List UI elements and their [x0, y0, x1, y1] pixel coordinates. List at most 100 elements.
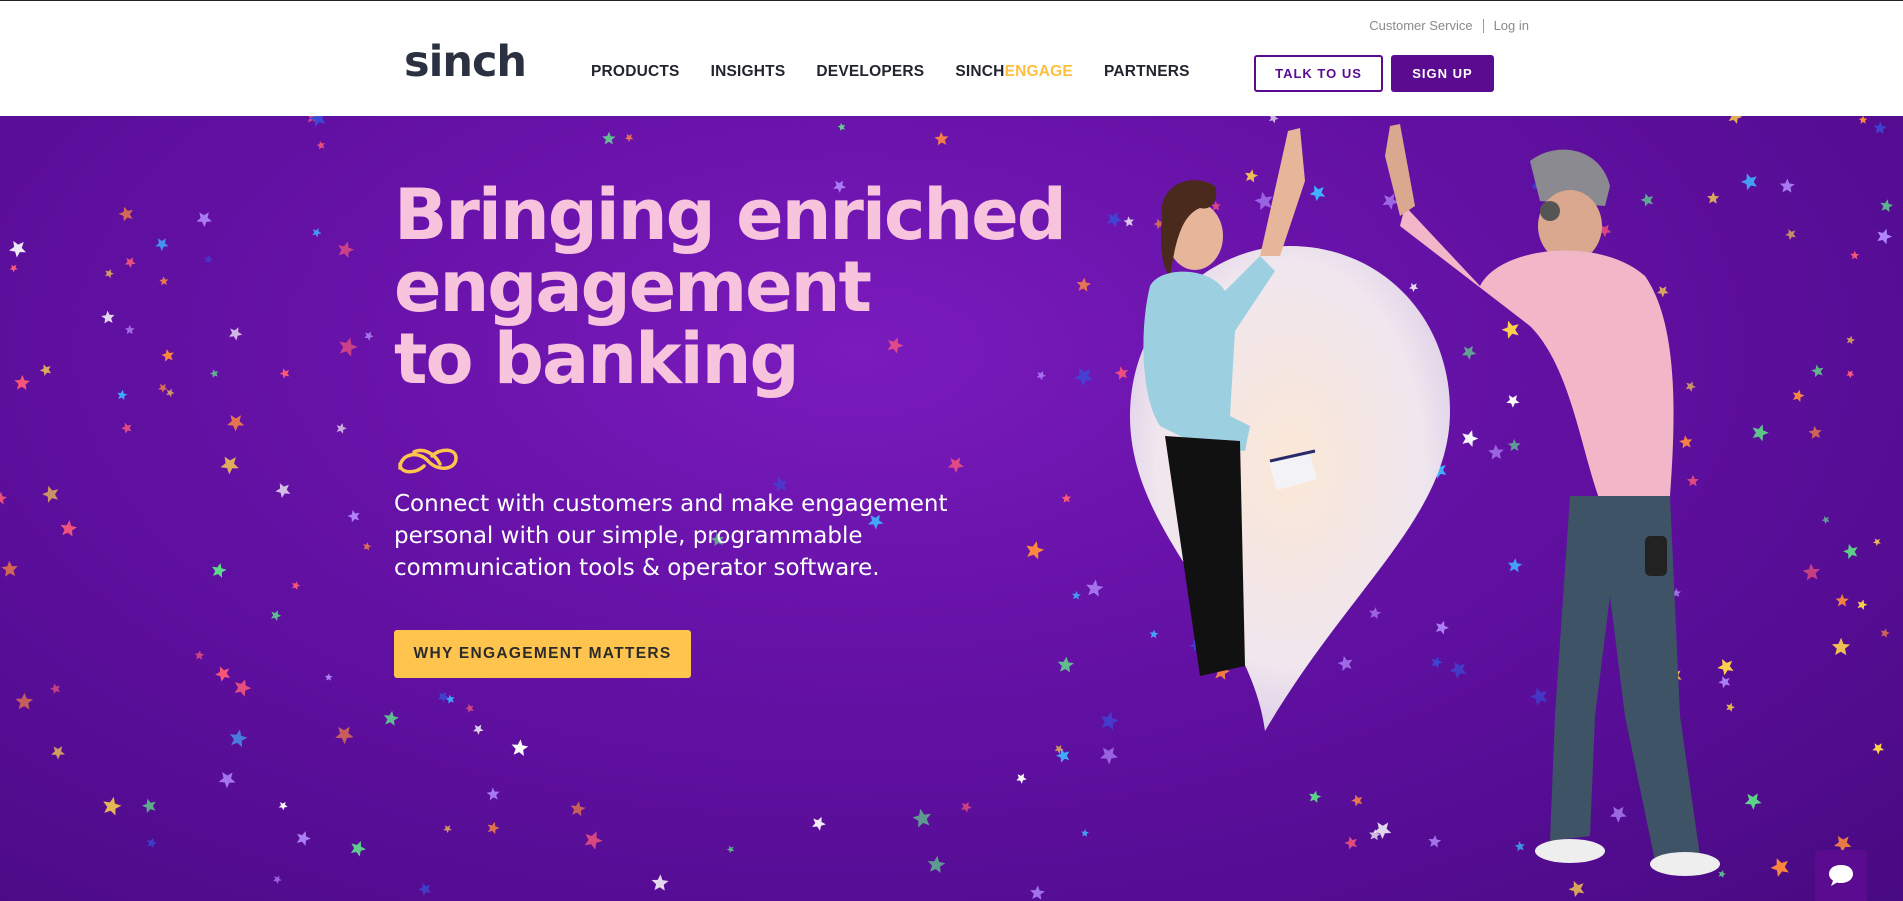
confetti-star	[335, 726, 354, 745]
confetti-star	[278, 801, 288, 811]
confetti-star	[1057, 656, 1075, 673]
confetti-star	[584, 831, 603, 850]
confetti-star	[1, 560, 18, 577]
infinity-loop-icon	[398, 448, 458, 474]
confetti-star	[228, 327, 243, 341]
sinch-logo[interactable]: sinch	[404, 37, 527, 87]
confetti-star	[336, 423, 347, 434]
confetti-star	[837, 122, 846, 131]
nav-sinchengage-suffix: ENGAGE	[1004, 63, 1073, 80]
confetti-star	[158, 383, 168, 393]
chat-widget-button[interactable]	[1815, 850, 1867, 901]
confetti-star	[275, 483, 291, 499]
confetti-star	[51, 746, 65, 760]
nav-sinchengage[interactable]: SINCHENGAGE	[955, 63, 1073, 81]
confetti-star	[383, 710, 399, 726]
confetti-star	[465, 703, 474, 713]
confetti-star	[1016, 773, 1027, 784]
customer-service-link[interactable]: Customer Service	[1369, 18, 1472, 33]
confetti-star	[279, 368, 290, 379]
confetti-star	[220, 456, 239, 475]
confetti-star	[42, 485, 59, 503]
confetti-star	[121, 422, 132, 434]
confetti-star	[437, 691, 449, 703]
confetti-star	[0, 491, 7, 505]
confetti-star	[624, 133, 634, 142]
confetti-star	[487, 821, 500, 835]
nav-partners[interactable]: PARTNERS	[1104, 63, 1190, 81]
nav-products[interactable]: PRODUCTS	[591, 63, 680, 81]
confetti-star	[194, 650, 205, 660]
main-nav: PRODUCTS INSIGHTS DEVELOPERS SINCHENGAGE…	[591, 63, 1190, 81]
confetti-star	[229, 729, 248, 748]
confetti-star	[105, 268, 114, 279]
confetti-star	[1026, 541, 1045, 560]
confetti-star	[15, 692, 34, 710]
confetti-star	[211, 562, 227, 578]
confetti-star	[8, 240, 26, 258]
why-engagement-matters-button[interactable]: WHY ENGAGEMENT MATTERS	[394, 630, 691, 678]
confetti-star	[101, 310, 115, 324]
nav-developers[interactable]: DEVELOPERS	[816, 63, 924, 81]
confetti-star	[350, 840, 366, 857]
confetti-star	[124, 257, 136, 269]
confetti-star	[418, 882, 431, 896]
confetti-star	[161, 349, 174, 362]
site-header: Customer Service Log in sinch PRODUCTS I…	[0, 1, 1903, 116]
confetti-star	[316, 140, 325, 150]
confetti-star	[273, 875, 282, 884]
utility-links: Customer Service Log in	[1369, 18, 1529, 33]
headline-line-2: engagement	[394, 246, 872, 328]
confetti-star	[511, 739, 529, 756]
headline-line-3: to banking	[394, 318, 800, 400]
confetti-star	[103, 796, 122, 816]
confetti-star	[270, 610, 282, 622]
chat-bubble-icon	[1829, 865, 1853, 886]
confetti-star	[445, 694, 455, 704]
confetti-star	[218, 772, 236, 789]
confetti-star	[473, 724, 484, 735]
talk-to-us-button[interactable]: TALK TO US	[1254, 55, 1383, 92]
hero-photo-high-five	[1130, 124, 1720, 876]
confetti-star	[39, 364, 52, 377]
confetti-star	[147, 837, 157, 849]
confetti-star	[117, 389, 128, 400]
nav-insights[interactable]: INSIGHTS	[711, 63, 786, 81]
confetti-star	[60, 519, 78, 537]
hero-subtext: Connect with customers and make engageme…	[394, 491, 948, 581]
confetti-star	[486, 787, 500, 801]
login-link[interactable]: Log in	[1494, 18, 1529, 33]
confetti-star	[1061, 493, 1072, 503]
confetti-star	[912, 808, 931, 828]
confetti-star	[338, 241, 355, 259]
confetti-star	[726, 845, 735, 854]
confetti-star	[602, 131, 616, 145]
confetti-star	[9, 264, 18, 273]
confetti-star	[124, 324, 135, 335]
utility-divider	[1482, 18, 1484, 33]
confetti-star	[960, 801, 972, 813]
confetti-star	[934, 131, 949, 146]
confetti-star	[234, 679, 252, 697]
confetti-star	[1081, 829, 1089, 837]
confetti-star	[347, 509, 360, 523]
confetti-star	[141, 798, 156, 813]
confetti-star	[196, 212, 212, 228]
sign-up-button[interactable]: SIGN UP	[1391, 55, 1494, 92]
confetti-star	[291, 581, 301, 590]
confetti-star	[227, 415, 245, 432]
confetti-star	[324, 673, 333, 681]
confetti-star	[339, 337, 358, 357]
headline-line-1: Bringing enriched	[394, 174, 1067, 256]
confetti-star	[364, 331, 374, 341]
confetti-star	[215, 666, 231, 682]
confetti-star	[1030, 885, 1045, 900]
confetti-star	[947, 457, 964, 473]
confetti-star	[204, 255, 213, 264]
confetti-star	[443, 825, 452, 834]
confetti-star	[362, 542, 372, 551]
hero-headline: Bringing enriched engagement to banking	[394, 179, 1094, 395]
confetti-star	[812, 816, 826, 831]
confetti-star	[651, 874, 669, 891]
confetti-star	[159, 276, 169, 286]
